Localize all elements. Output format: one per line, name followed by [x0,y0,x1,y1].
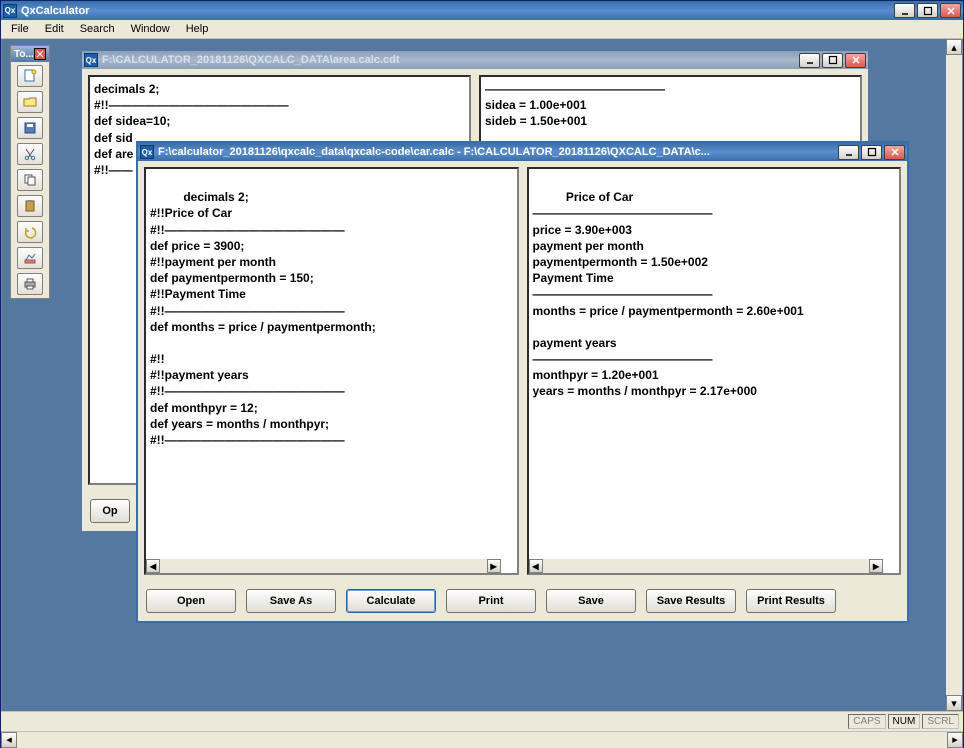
child1-open-button[interactable]: Op [90,499,130,523]
menu-edit[interactable]: Edit [39,21,70,37]
caps-indicator: CAPS [848,714,885,729]
source-text: decimals 2; #!!Price of Car #!!—————————… [150,190,376,447]
tool-undo-icon[interactable] [17,221,43,243]
child2-title: F:\calculator_20181126\qxcalc_data\qxcal… [158,146,838,158]
child2-results-pane[interactable]: Price of Car ——————————————— price = 3.9… [527,167,902,575]
child2-minimize-button[interactable] [838,145,859,160]
editor-hscrollbar[interactable]: ◂ ▸ [146,559,501,573]
scroll-left-icon[interactable]: ◂ [146,559,160,573]
save-button[interactable]: Save [546,589,636,613]
tool-open-icon[interactable] [17,91,43,113]
tool-cut-icon[interactable] [17,143,43,165]
child-window-car: Qx F:\calculator_20181126\qxcalc_data\qx… [136,141,909,623]
toolbox-title[interactable]: To... [11,46,49,62]
results-text: Price of Car ——————————————— price = 3.9… [533,190,804,398]
tool-calc-icon[interactable] [17,247,43,269]
child1-minimize-button[interactable] [799,53,820,68]
statusbar: CAPS NUM SCRL [1,711,963,731]
child2-maximize-button[interactable] [861,145,882,160]
child1-maximize-button[interactable] [822,53,843,68]
mdi-area: ▴ ▾ To... Qx [1,39,963,711]
toolbox-panel: To... [10,45,50,299]
doc-icon: Qx [140,145,154,159]
app-title: QxCalculator [21,5,894,17]
toolbox-label: To... [14,49,34,60]
calculate-button[interactable]: Calculate [346,589,436,613]
scroll-track[interactable] [17,732,947,748]
menubar: File Edit Search Window Help [1,20,963,39]
tool-new-icon[interactable] [17,65,43,87]
tool-paste-icon[interactable] [17,195,43,217]
scroll-track[interactable] [946,55,962,695]
child1-titlebar[interactable]: Qx F:\CALCULATOR_20181126\QXCALC_DATA\ar… [82,51,868,69]
minimize-button[interactable] [894,3,915,18]
menu-file[interactable]: File [5,21,35,37]
menu-window[interactable]: Window [125,21,176,37]
open-button[interactable]: Open [146,589,236,613]
main-hscrollbar[interactable]: ◂ ▸ [1,731,963,747]
child2-titlebar[interactable]: Qx F:\calculator_20181126\qxcalc_data\qx… [138,143,907,161]
num-indicator: NUM [888,714,921,729]
scroll-up-icon[interactable]: ▴ [946,39,962,55]
save-as-button[interactable]: Save As [246,589,336,613]
main-titlebar: Qx QxCalculator [1,1,963,20]
save-results-button[interactable]: Save Results [646,589,736,613]
scroll-down-icon[interactable]: ▾ [946,695,962,711]
scroll-left-icon[interactable]: ◂ [1,732,17,748]
doc-icon: Qx [84,53,98,67]
print-results-button[interactable]: Print Results [746,589,836,613]
mdi-vertical-scrollbar[interactable]: ▴ ▾ [946,39,962,711]
app-icon: Qx [3,4,17,18]
toolbox-close-icon[interactable] [34,48,46,60]
results-hscrollbar[interactable]: ◂ ▸ [529,559,884,573]
tool-save-icon[interactable] [17,117,43,139]
scroll-left-icon[interactable]: ◂ [529,559,543,573]
main-window: Qx QxCalculator File Edit Search Window … [0,0,964,748]
scroll-right-icon[interactable]: ▸ [869,559,883,573]
child1-title: F:\CALCULATOR_20181126\QXCALC_DATA\area.… [102,54,799,66]
scroll-right-icon[interactable]: ▸ [947,732,963,748]
tool-copy-icon[interactable] [17,169,43,191]
menu-search[interactable]: Search [74,21,121,37]
maximize-button[interactable] [917,3,938,18]
menu-help[interactable]: Help [180,21,215,37]
tool-print-icon[interactable] [17,273,43,295]
scrl-indicator: SCRL [922,714,959,729]
child2-source-editor[interactable]: decimals 2; #!!Price of Car #!!—————————… [144,167,519,575]
print-button[interactable]: Print [446,589,536,613]
child1-close-button[interactable] [845,53,866,68]
scroll-right-icon[interactable]: ▸ [487,559,501,573]
close-button[interactable] [940,3,961,18]
child2-close-button[interactable] [884,145,905,160]
